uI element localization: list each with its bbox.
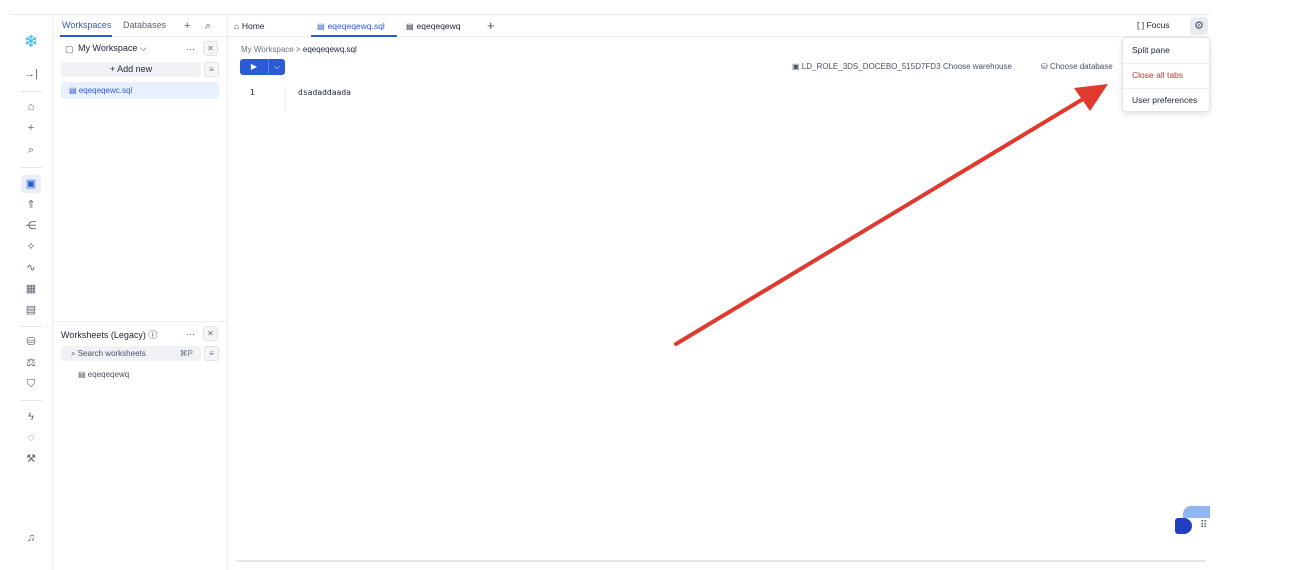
settings-dropdown-menu: Split pane Close all tabs User preferenc… xyxy=(1122,37,1211,112)
settings-gear-icon[interactable]: ⚙ xyxy=(1190,17,1208,35)
sql-file-icon: ▤ xyxy=(317,22,325,31)
focus-label: Focus xyxy=(1146,20,1170,30)
file-name: eqeqeqewc.sql xyxy=(78,86,133,95)
info-icon[interactable]: ⓘ xyxy=(148,330,157,340)
role-icon: ▣ xyxy=(792,62,800,71)
warehouse-selector[interactable]: Choose warehouse xyxy=(943,62,1012,71)
focus-icon: [ ] xyxy=(1137,20,1145,30)
add-icon[interactable]: + xyxy=(184,20,190,32)
legacy-section-title: Worksheets (Legacy) ⓘ xyxy=(61,328,157,341)
create-icon[interactable]: + xyxy=(21,119,41,137)
panel-divider[interactable] xyxy=(53,321,228,322)
code-line[interactable]: dsadaddaada xyxy=(298,88,351,97)
home-icon: ⌂ xyxy=(234,22,239,31)
menu-item-close-all-tabs[interactable]: Close all tabs xyxy=(1123,63,1211,87)
tab-sql-label: eqeqeqewq.sql xyxy=(327,21,385,31)
explorer-panel: Workspaces Databases + ⌕ ▢ My Workspace … xyxy=(53,15,228,570)
apps-grid-icon[interactable]: ▦ xyxy=(21,280,41,298)
new-tab-icon[interactable]: + xyxy=(487,18,495,33)
sql-file-icon: ▤ xyxy=(69,86,77,95)
editor-gutter xyxy=(240,85,286,109)
menu-item-user-preferences[interactable]: User preferences xyxy=(1123,88,1211,112)
rail-divider xyxy=(20,400,42,401)
tab-home-label: Home xyxy=(241,21,265,31)
marketplace-icon[interactable]: ▤ xyxy=(21,301,41,319)
assistant-tab[interactable] xyxy=(1183,506,1210,518)
tab-workspaces[interactable]: Workspaces xyxy=(62,20,111,30)
expand-sidebar-icon[interactable]: →| xyxy=(21,65,41,83)
more-options-icon[interactable]: ··· xyxy=(186,328,195,340)
notifications-bell-icon[interactable]: ♫ xyxy=(21,529,41,547)
workspace-title[interactable]: My Workspace ⌵ xyxy=(78,43,147,54)
lightning-icon[interactable]: ϟ xyxy=(21,408,41,426)
tools-icon[interactable]: ⚒ xyxy=(21,450,41,468)
search-icon: ⌕ xyxy=(71,349,76,358)
line-number: 1 xyxy=(250,88,255,97)
app-window: ❄ →| ⌂ + ⌕ ▣ ⇑ ⋲ ✧ ∿ ▦ ▤ ⛁ ⚖ ⛉ ϟ ◌ ⚒ ♫ W… xyxy=(10,14,1211,570)
rail-divider xyxy=(20,326,42,327)
database-icon[interactable]: ⛁ xyxy=(21,333,41,351)
filter-icon[interactable]: ≡ xyxy=(204,346,219,361)
monitoring-icon[interactable]: ∿ xyxy=(21,259,41,277)
workspace-icon: ▢ xyxy=(65,44,74,54)
menu-item-split-pane[interactable]: Split pane xyxy=(1123,38,1211,62)
filter-icon[interactable]: ≡ xyxy=(204,62,219,77)
chat-icon[interactable]: ◌ xyxy=(21,429,41,447)
worksheet-file-icon: ▤ xyxy=(406,22,414,31)
snowflake-logo-icon[interactable]: ❄ xyxy=(22,33,40,51)
legacy-title-label: Worksheets (Legacy) xyxy=(61,330,146,340)
search-icon[interactable]: ⌕ xyxy=(21,141,41,159)
search-placeholder: Search worksheets xyxy=(77,349,146,358)
focus-button[interactable]: [ ] Focus xyxy=(1137,20,1170,30)
role-selector[interactable]: ▣ LD_ROLE_3DS_DOCEBO_515D7FD3 xyxy=(792,62,941,71)
tab-worksheet[interactable]: ▤ eqeqeqewq xyxy=(400,15,480,37)
database-label: Choose database xyxy=(1049,62,1113,71)
chevron-down-icon[interactable]: ⌵ xyxy=(269,59,285,75)
shortcut-hint: ⌘P xyxy=(179,349,193,358)
active-tab-indicator xyxy=(60,35,112,37)
editor-tab-bar: ⌂ Home ▤ eqeqeqewq.sql ▤ eqeqeqewq + [ ] Fo… xyxy=(228,15,1210,37)
tab-sql-file[interactable]: ▤ eqeqeqewq.sql xyxy=(311,15,397,37)
data-upload-icon[interactable]: ⇑ xyxy=(21,196,41,214)
database-icon: ⛁ xyxy=(1041,62,1048,71)
rail-divider xyxy=(20,167,42,168)
collapse-icon[interactable]: ✕ xyxy=(203,326,218,341)
list-item[interactable]: ▤ eqeqeqewq xyxy=(78,370,129,379)
breadcrumb-parent[interactable]: My Workspace xyxy=(241,45,294,54)
projects-icon[interactable]: ⋲ xyxy=(21,217,41,235)
play-icon[interactable]: ▶ xyxy=(240,59,269,75)
drag-handle-icon[interactable]: ⠿ xyxy=(1200,520,1207,531)
ai-ml-icon[interactable]: ✧ xyxy=(21,238,41,256)
tab-databases[interactable]: Databases xyxy=(123,20,166,30)
rail-divider xyxy=(20,91,42,92)
home-icon[interactable]: ⌂ xyxy=(21,98,41,116)
breadcrumb: My Workspace > eqeqeqewq.sql xyxy=(241,45,357,54)
chevron-down-icon: ⌵ xyxy=(139,43,147,53)
explorer-tabs: Workspaces Databases + ⌕ xyxy=(53,15,228,37)
collapse-icon[interactable]: ✕ xyxy=(203,41,218,56)
workspace-title-label: My Workspace xyxy=(78,43,138,53)
worksheet-file-icon: ▤ xyxy=(78,370,86,379)
run-button[interactable]: ▶ ⌵ xyxy=(240,59,285,75)
tab-home[interactable]: ⌂ Home xyxy=(228,15,308,37)
assistant-logo-icon[interactable] xyxy=(1175,518,1192,534)
more-options-icon[interactable]: ··· xyxy=(186,43,195,55)
tab-worksheet-label: eqeqeqewq xyxy=(416,21,461,31)
search-icon[interactable]: ⌕ xyxy=(205,20,211,32)
search-worksheets-input[interactable]: ⌕ Search worksheets ⌘P xyxy=(61,346,201,361)
breadcrumb-current: eqeqeqewq.sql xyxy=(302,45,357,54)
database-selector[interactable]: ⛁ Choose database xyxy=(1041,62,1113,71)
breadcrumb-separator: > xyxy=(296,45,301,54)
add-new-button[interactable]: + Add new xyxy=(61,62,201,77)
left-rail: ❄ →| ⌂ + ⌕ ▣ ⇑ ⋲ ✧ ∿ ▦ ▤ ⛁ ⚖ ⛉ ϟ ◌ ⚒ ♫ xyxy=(10,15,53,570)
role-label: LD_ROLE_3DS_DOCEBO_515D7FD3 xyxy=(801,62,941,71)
worksheet-name: eqeqeqewq xyxy=(87,370,130,379)
horizontal-scrollbar[interactable] xyxy=(236,560,1206,562)
admin-icon[interactable]: ⚖ xyxy=(21,354,41,372)
file-item[interactable]: ▤ eqeqeqewc.sql xyxy=(61,82,219,99)
governance-shield-icon[interactable]: ⛉ xyxy=(21,375,41,393)
worksheets-icon[interactable]: ▣ xyxy=(21,175,41,193)
